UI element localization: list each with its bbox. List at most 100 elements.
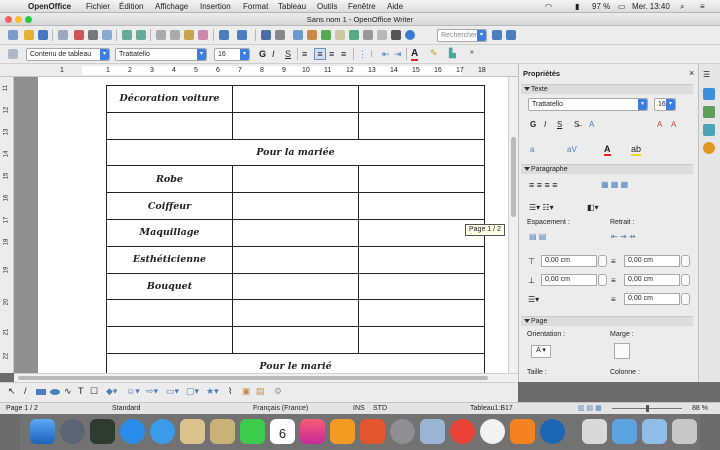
table-cell[interactable]	[232, 326, 359, 354]
indent-buttons[interactable]: ⇤ ⇥ ⇸	[611, 232, 636, 241]
justify-icon[interactable]: ≡	[341, 49, 346, 59]
font-name-select[interactable]: Trattatello ▾	[115, 48, 207, 61]
table-row[interactable]: Esthéticienne	[106, 245, 485, 274]
gallery-icon[interactable]	[377, 30, 387, 40]
extrusion-icon[interactable]: ⚙	[274, 386, 282, 397]
downloads-folder-icon[interactable]	[612, 419, 637, 444]
sidebar-align-icons[interactable]: ≡ ≡ ≡ ≡	[529, 180, 558, 190]
item-label-cell[interactable]	[106, 326, 233, 354]
chart-icon[interactable]	[307, 30, 317, 40]
system-preferences-icon[interactable]	[390, 419, 415, 444]
trash-icon[interactable]	[672, 419, 697, 444]
vertical-scrollbar[interactable]	[508, 77, 518, 373]
find-previous-icon[interactable]	[506, 30, 516, 40]
vlc-icon[interactable]	[510, 419, 535, 444]
table-cell[interactable]	[232, 192, 359, 220]
first-line-indent-field[interactable]: 0,00 cm	[624, 293, 680, 305]
table-row[interactable]: Coiffeur	[106, 192, 485, 220]
menu-format[interactable]: Format	[243, 1, 268, 12]
table-cell[interactable]	[232, 111, 359, 140]
clock[interactable]: Mer. 13:40	[632, 1, 670, 12]
font-size-select[interactable]: 16 ▾	[214, 48, 250, 61]
table-icon[interactable]	[275, 30, 285, 40]
mail-icon[interactable]	[180, 419, 205, 444]
zoom-slider-handle[interactable]	[646, 405, 649, 412]
before-indent-stepper[interactable]	[681, 255, 690, 267]
search-input[interactable]: Rechercher ▾	[437, 29, 487, 42]
block-arrows-icon[interactable]: ⇨▾	[146, 386, 158, 397]
before-indent-field[interactable]: 0,00 cm	[624, 255, 680, 267]
increase-indent-icon[interactable]: ⇥	[394, 49, 402, 60]
item-label-cell[interactable]	[106, 111, 233, 140]
table-row[interactable]	[106, 299, 485, 328]
menu-insertion[interactable]: Insertion	[200, 1, 231, 12]
table-cell[interactable]	[358, 85, 485, 113]
autospell-icon[interactable]	[136, 30, 146, 40]
document-page[interactable]: Décoration voiture Pour la mariée Robe Coif…	[38, 77, 508, 373]
callout-icon[interactable]: ☐	[90, 386, 98, 397]
table-row[interactable]: Maquillage	[106, 218, 485, 247]
wifi-icon[interactable]: ◠	[545, 1, 552, 12]
chrome-icon[interactable]	[450, 419, 475, 444]
table-cell[interactable]	[358, 272, 485, 301]
status-insert-mode[interactable]: INS	[353, 404, 365, 414]
print-preview-icon[interactable]	[102, 30, 112, 40]
open-icon[interactable]	[24, 30, 34, 40]
highlight-icon[interactable]: ✎	[430, 48, 438, 59]
navigator-deck-icon[interactable]	[703, 142, 715, 154]
superscript-icon[interactable]: a	[530, 145, 534, 154]
status-language[interactable]: Français (France)	[253, 404, 308, 414]
search-icon[interactable]: ⌕	[680, 1, 684, 12]
table-row[interactable]	[106, 326, 485, 354]
line-icon[interactable]: /	[24, 386, 27, 396]
contacts-icon[interactable]	[210, 419, 235, 444]
find-next-icon[interactable]	[492, 30, 502, 40]
bullets-icon[interactable]: ⁝	[370, 49, 373, 60]
below-spacing-field[interactable]: 0,00 cm	[541, 274, 597, 286]
show-draw-functions-icon[interactable]	[321, 30, 331, 40]
font-color-icon[interactable]: A	[411, 48, 419, 61]
styles-icon[interactable]	[8, 49, 18, 59]
sidebar-underline[interactable]: S	[557, 120, 562, 129]
table-cell[interactable]	[232, 272, 359, 301]
shadow-icon[interactable]: A	[589, 120, 594, 129]
stars-icon[interactable]: ★▾	[206, 386, 219, 397]
section-texte[interactable]: Texte	[521, 84, 693, 94]
photo-booth-icon[interactable]	[360, 419, 385, 444]
first-line-indent-stepper[interactable]	[681, 293, 690, 305]
new-document-icon[interactable]	[8, 30, 18, 40]
horizontal-scrollbar[interactable]	[14, 373, 518, 382]
paste-icon[interactable]	[184, 30, 194, 40]
menu-fenetre[interactable]: Fenêtre	[348, 1, 376, 12]
table-cell[interactable]	[232, 299, 359, 328]
item-label-cell[interactable]: Coiffeur	[106, 192, 233, 220]
clone-formatting-icon[interactable]	[198, 30, 208, 40]
app-store-icon[interactable]	[120, 419, 145, 444]
nonprinting-chars-icon[interactable]	[363, 30, 373, 40]
sidebar-bold[interactable]: G	[530, 120, 536, 129]
section-header-row[interactable]: Pour la mariée	[106, 138, 485, 167]
books-icon[interactable]	[330, 419, 355, 444]
image-icon[interactable]	[293, 30, 303, 40]
app-menu[interactable]: OpenOffice	[28, 1, 71, 12]
redo-icon[interactable]	[237, 30, 247, 40]
safari-icon[interactable]	[150, 419, 175, 444]
item-label-cell[interactable]: Bouquet	[106, 272, 233, 301]
horizontal-ruler[interactable]: 1 1 2 3 4 5 6 7 8 9 10 11 12 13 14 15 16…	[0, 64, 518, 77]
paragraph-bg-icon[interactable]: ◧▾	[587, 203, 599, 212]
align-center-icon[interactable]: ≡	[314, 48, 326, 60]
sidebar-size-select[interactable]: 16 ▾	[654, 98, 676, 111]
menu-edition[interactable]: Édition	[119, 1, 143, 12]
ellipse-icon[interactable]	[50, 389, 60, 395]
navigator-icon[interactable]	[349, 30, 359, 40]
facetime-icon[interactable]	[240, 419, 265, 444]
text-icon[interactable]: T	[78, 386, 84, 396]
strikethrough-icon[interactable]: S̶	[574, 120, 579, 129]
fontwork-icon[interactable]: ⌇	[228, 386, 232, 397]
table-cell[interactable]	[232, 218, 359, 247]
photos-icon[interactable]	[480, 419, 505, 444]
status-page[interactable]: Page 1 / 2	[6, 404, 38, 414]
character-spacing-icon[interactable]: aV	[567, 145, 577, 154]
item-label-cell[interactable]	[106, 299, 233, 328]
item-label-cell[interactable]: Esthéticienne	[106, 245, 233, 274]
